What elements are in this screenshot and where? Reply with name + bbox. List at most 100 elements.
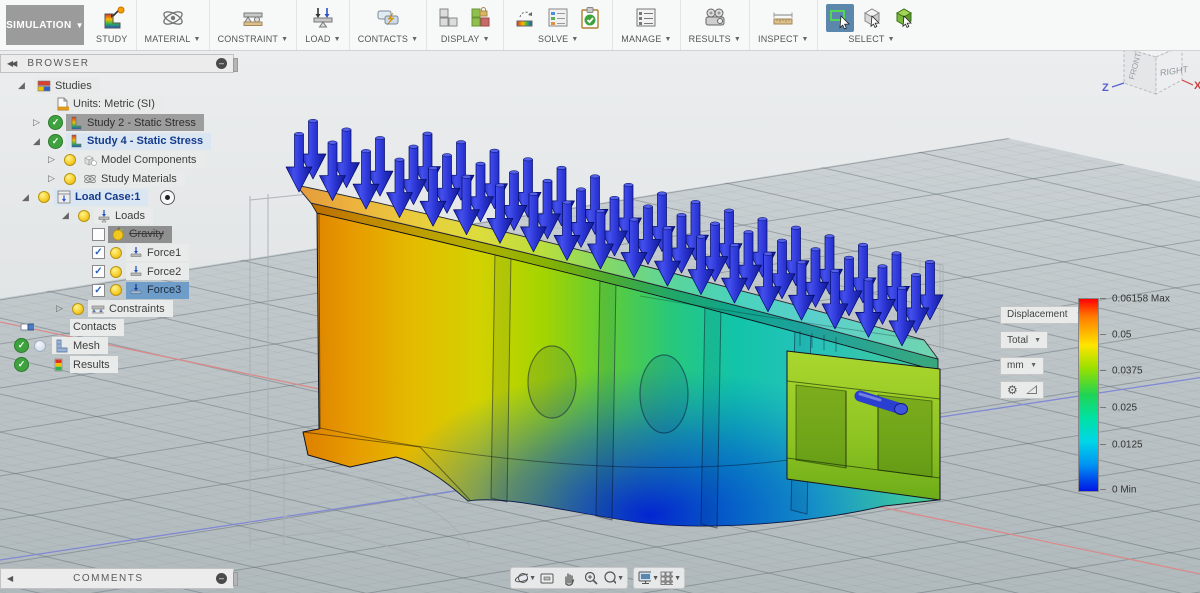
force-checkbox[interactable]: ✓ bbox=[92, 284, 105, 297]
expand-arrow-icon[interactable]: ◢ bbox=[33, 133, 40, 150]
browser-panel-header[interactable]: ◀◀ BROWSER – bbox=[0, 54, 234, 73]
chevron-down-icon: ▼ bbox=[734, 36, 741, 43]
zoom-window-button[interactable]: ▼ bbox=[602, 569, 624, 587]
materials-icon bbox=[83, 172, 97, 186]
precheck-icon[interactable] bbox=[576, 4, 604, 32]
tree-item-model-components[interactable]: ▷ Model Components bbox=[0, 151, 300, 168]
load-menu[interactable]: LOAD▼ bbox=[305, 34, 340, 44]
contacts-icon[interactable] bbox=[374, 4, 402, 32]
solve-icon[interactable] bbox=[512, 4, 540, 32]
load-icon[interactable] bbox=[309, 4, 337, 32]
collapse-panel-icon[interactable]: ◀ bbox=[7, 574, 11, 583]
constraint-icon[interactable] bbox=[239, 4, 267, 32]
zoom-button[interactable] bbox=[580, 569, 602, 587]
panel-options-icon[interactable]: – bbox=[216, 58, 227, 69]
chevron-down-icon: ▼ bbox=[1030, 362, 1037, 369]
display-menu[interactable]: DISPLAY▼ bbox=[441, 34, 490, 44]
panel-grip[interactable] bbox=[233, 572, 238, 586]
tree-item-loads[interactable]: ◢ Loads bbox=[0, 207, 300, 224]
legend-settings-button[interactable]: ⚙ bbox=[1000, 381, 1044, 399]
components-icon bbox=[83, 153, 97, 167]
expand-arrow-icon[interactable]: ▷ bbox=[33, 114, 40, 131]
visibility-bulb-icon[interactable] bbox=[110, 266, 122, 278]
solved-check-icon: ✓ bbox=[48, 115, 63, 130]
tree-item-units[interactable]: Units: Metric (SI) bbox=[0, 96, 300, 113]
chevron-down-icon: ▼ bbox=[411, 36, 418, 43]
display-blocks-icon[interactable] bbox=[435, 4, 463, 32]
result-type-dropdown[interactable]: Displacement▼ bbox=[1000, 306, 1090, 324]
study-menu[interactable]: STUDY bbox=[96, 34, 128, 44]
panel-options-icon[interactable]: – bbox=[216, 573, 227, 584]
material-icon[interactable] bbox=[159, 4, 187, 32]
inspect-menu[interactable]: INSPECT▼ bbox=[758, 34, 809, 44]
component-dropdown[interactable]: Total▼ bbox=[1000, 331, 1048, 349]
comments-panel-header[interactable]: ◀ COMMENTS – bbox=[0, 568, 234, 589]
tree-item-constraints[interactable]: ▷ Constraints bbox=[0, 300, 300, 317]
tree-item-studies[interactable]: ◢ Studies bbox=[0, 77, 300, 94]
end-cap[interactable] bbox=[787, 351, 940, 500]
select-menu[interactable]: SELECT▼ bbox=[848, 34, 894, 44]
solve-details-icon[interactable] bbox=[544, 4, 572, 32]
manage-menu[interactable]: MANAGE▼ bbox=[621, 34, 671, 44]
solve-menu[interactable]: SOLVE▼ bbox=[538, 34, 579, 44]
visibility-bulb-icon[interactable] bbox=[64, 173, 76, 185]
load-case-icon bbox=[57, 190, 71, 204]
collapse-panel-icon[interactable]: ◀◀ bbox=[7, 59, 15, 68]
force-checkbox[interactable]: ✓ bbox=[92, 265, 105, 278]
tree-item-study4[interactable]: ◢ ✓ Study 4 - Static Stress bbox=[0, 133, 300, 150]
workspace-switcher[interactable]: SIMULATION▼ bbox=[6, 5, 84, 45]
grid-layout-button[interactable]: ▼ bbox=[659, 569, 681, 587]
results-icon[interactable] bbox=[701, 4, 729, 32]
tree-item-force1[interactable]: ✓ Force1 bbox=[0, 244, 300, 261]
tree-item-load-case[interactable]: ◢ Load Case:1 bbox=[0, 189, 300, 206]
tree-item-force2[interactable]: ✓ Force2 bbox=[0, 263, 300, 280]
inspect-icon[interactable] bbox=[769, 4, 797, 32]
component-value: Total bbox=[1007, 335, 1028, 346]
visibility-bulb-icon[interactable] bbox=[38, 191, 50, 203]
tree-label: Study Materials bbox=[101, 173, 177, 185]
expand-arrow-icon[interactable]: ◢ bbox=[62, 207, 69, 224]
expand-arrow-icon[interactable]: ▷ bbox=[56, 300, 63, 317]
gravity-checkbox[interactable] bbox=[92, 228, 105, 241]
material-menu[interactable]: MATERIAL▼ bbox=[145, 34, 201, 44]
manage-icon[interactable] bbox=[632, 4, 660, 32]
toolbar-group-select: SELECT▼ bbox=[818, 0, 926, 50]
result-type-value: Displacement bbox=[1007, 309, 1068, 320]
visibility-bulb-icon[interactable] bbox=[34, 340, 46, 352]
expand-arrow-icon[interactable]: ▷ bbox=[48, 151, 55, 168]
expand-arrow-icon[interactable]: ◢ bbox=[18, 77, 25, 94]
tree-item-force3[interactable]: ✓ Force3 bbox=[0, 282, 300, 299]
expand-arrow-icon[interactable]: ◢ bbox=[22, 189, 29, 206]
legend-min-label: 0 Min bbox=[1112, 485, 1136, 496]
visibility-bulb-icon[interactable] bbox=[110, 284, 122, 296]
active-load-case-radio[interactable] bbox=[160, 190, 175, 205]
tree-item-contacts[interactable]: Contacts bbox=[0, 319, 300, 336]
tree-item-gravity[interactable]: Gravity bbox=[0, 226, 300, 243]
orbit-button[interactable]: ▼ bbox=[514, 569, 536, 587]
contacts-menu[interactable]: CONTACTS▼ bbox=[358, 34, 419, 44]
visibility-bulb-icon[interactable] bbox=[64, 154, 76, 166]
new-study-icon[interactable] bbox=[98, 4, 126, 32]
select-solid-icon[interactable] bbox=[858, 4, 886, 32]
select-window-icon[interactable] bbox=[826, 4, 854, 32]
force-checkbox[interactable]: ✓ bbox=[92, 246, 105, 259]
constraint-menu[interactable]: CONSTRAINT▼ bbox=[218, 34, 289, 44]
display-settings-button[interactable]: ▼ bbox=[637, 569, 659, 587]
expand-arrow-icon[interactable]: ▷ bbox=[48, 170, 55, 187]
visibility-bulb-icon[interactable] bbox=[110, 247, 122, 259]
visibility-bulb-icon[interactable] bbox=[72, 303, 84, 315]
results-menu[interactable]: RESULTS▼ bbox=[689, 34, 741, 44]
tree-item-study-materials[interactable]: ▷ Study Materials bbox=[0, 170, 300, 187]
tree-item-results[interactable]: ✓ Results bbox=[0, 356, 300, 373]
unit-dropdown[interactable]: mm▼ bbox=[1000, 357, 1044, 375]
display-locked-blocks-icon[interactable] bbox=[467, 4, 495, 32]
tree-item-mesh[interactable]: ✓ Mesh bbox=[0, 337, 300, 354]
chevron-down-icon: ▼ bbox=[334, 36, 341, 43]
select-body-icon[interactable] bbox=[890, 4, 918, 32]
tree-item-study2[interactable]: ▷ ✓ Study 2 - Static Stress bbox=[0, 114, 300, 131]
visibility-bulb-icon[interactable] bbox=[78, 210, 90, 222]
pan-button[interactable] bbox=[558, 569, 580, 587]
look-at-button[interactable] bbox=[536, 569, 558, 587]
tree-label: Force2 bbox=[147, 266, 181, 278]
panel-grip[interactable] bbox=[233, 58, 238, 72]
